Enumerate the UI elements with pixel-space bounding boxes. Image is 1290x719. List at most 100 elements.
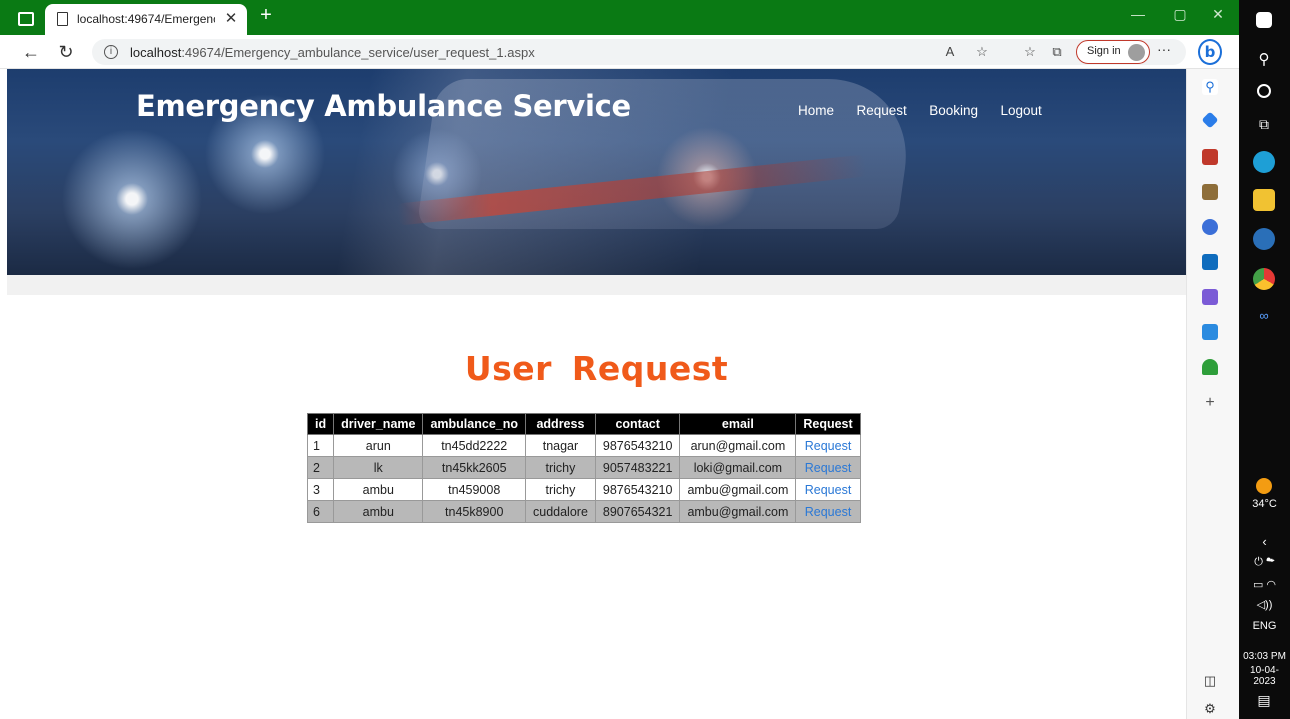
windows-taskbar: ⚲ ⧉ ∞ 34°C ‹ ⏻ ☁ ▭ ◠ ◁)) ENG 03:03 PM 10… [1239, 0, 1290, 719]
task-view-icon[interactable]: ⧉ [1253, 116, 1275, 138]
tools-icon[interactable] [1202, 149, 1218, 165]
cell-id: 1 [306, 434, 335, 457]
url-host: localhost [130, 45, 182, 60]
restore-icon[interactable]: ▢ [1168, 6, 1192, 26]
cell-driver-name: lk [333, 456, 424, 479]
drop-icon[interactable] [1202, 324, 1218, 340]
weather-temp[interactable]: 34°C [1239, 498, 1290, 510]
tree-icon[interactable] [1202, 359, 1218, 375]
clock-date[interactable]: 10-04-2023 [1239, 665, 1290, 687]
cell-driver-name: ambu [333, 500, 424, 523]
clock-time[interactable]: 03:03 PM [1239, 651, 1290, 662]
refresh-icon[interactable]: ↻ [55, 41, 77, 63]
tab-title: localhost:49674/Emergency_amb [77, 12, 215, 26]
url-field[interactable]: i localhost:49674/Emergency_ambulance_se… [92, 39, 1186, 65]
back-arrow-icon[interactable]: ← [20, 41, 42, 63]
read-aloud-icon[interactable]: A [940, 44, 960, 62]
close-tab-icon[interactable]: ✕ [223, 9, 239, 27]
cell-email: arun@gmail.com [679, 434, 797, 457]
nav-request[interactable]: Request [856, 103, 906, 118]
system-tray-icons[interactable]: ⏻ ☁ [1239, 556, 1290, 569]
nav-logout[interactable]: Logout [1000, 103, 1041, 118]
minimize-icon[interactable]: — [1126, 6, 1150, 26]
search-icon[interactable]: ⚲ [1253, 50, 1275, 72]
battery-wifi-icon[interactable]: ▭ ◠ [1239, 578, 1290, 591]
cell-address: trichy [525, 456, 596, 479]
table-row: 3 ambu tn459008 trichy 9876543210 ambu@g… [306, 478, 861, 501]
browser-title-bar: localhost:49674/Emergency_amb ✕ + — ▢ ✕ [0, 0, 1239, 35]
page-icon [57, 12, 68, 26]
sign-in-button[interactable]: Sign in [1076, 40, 1150, 64]
add-icon[interactable]: + [1201, 394, 1219, 411]
favorite-star-icon[interactable]: ☆ [972, 44, 992, 62]
site-info-icon[interactable]: i [104, 45, 118, 59]
cell-request: Request [795, 456, 861, 479]
cell-contact: 9057483221 [594, 456, 681, 479]
notification-icon[interactable]: ▤ [1253, 692, 1275, 714]
table-header-row: id driver_name ambulance_no address cont… [306, 413, 861, 435]
chrome-icon[interactable] [1253, 268, 1275, 290]
microsoft-365-icon[interactable] [1202, 219, 1218, 235]
cell-contact: 9876543210 [594, 478, 681, 501]
tab-actions-icon[interactable] [14, 8, 34, 26]
search-icon[interactable]: ⚲ [1202, 79, 1218, 95]
user-request-table: id driver_name ambulance_no address cont… [306, 413, 861, 523]
windows-start-icon[interactable] [1256, 12, 1272, 28]
column-header: contact [594, 413, 681, 435]
language-indicator[interactable]: ENG [1239, 620, 1290, 632]
file-explorer-icon[interactable] [1253, 189, 1275, 211]
collections-icon[interactable]: ⧉ [1047, 44, 1067, 62]
sign-in-label: Sign in [1087, 45, 1121, 57]
edge-icon[interactable] [1253, 151, 1275, 173]
cortana-icon[interactable] [1257, 84, 1271, 98]
cell-id: 3 [306, 478, 335, 501]
close-window-icon[interactable]: ✕ [1206, 6, 1230, 26]
column-header: email [679, 413, 797, 435]
app-icon[interactable] [1253, 228, 1275, 250]
request-link[interactable]: Request [805, 505, 852, 519]
cell-contact: 9876543210 [594, 434, 681, 457]
cell-contact: 8907654321 [594, 500, 681, 523]
volume-icon[interactable]: ◁)) [1239, 598, 1290, 611]
edge-sidebar: ⚲ + ◫ ⚙ [1186, 69, 1239, 719]
hero-banner: Emergency Ambulance Service Home Request… [7, 69, 1186, 275]
request-link[interactable]: Request [805, 483, 852, 497]
table-row: 1 arun tn45dd2222 tnagar 9876543210 arun… [306, 434, 861, 457]
new-tab-button[interactable]: + [255, 4, 277, 28]
chevron-left-icon[interactable]: ‹ [1239, 534, 1290, 549]
link-app-icon[interactable]: ∞ [1253, 308, 1275, 330]
browser-tab[interactable]: localhost:49674/Emergency_amb ✕ [45, 4, 247, 35]
page-title: User Request [464, 349, 729, 388]
games-icon[interactable] [1202, 184, 1218, 200]
cell-ambulance-no: tn45kk2605 [422, 456, 526, 479]
designer-icon[interactable] [1202, 289, 1218, 305]
cell-email: ambu@gmail.com [679, 500, 797, 523]
cell-email: ambu@gmail.com [679, 478, 797, 501]
nav-home[interactable]: Home [798, 103, 834, 118]
bing-chat-icon[interactable]: b [1198, 39, 1222, 65]
shopping-tag-icon[interactable] [1201, 111, 1219, 129]
cell-ambulance-no: tn45k8900 [422, 500, 526, 523]
cell-ambulance-no: tn459008 [422, 478, 526, 501]
favorites-icon[interactable]: ☆ [1020, 44, 1040, 62]
request-link[interactable]: Request [805, 461, 852, 475]
settings-icon[interactable]: ⚙ [1201, 701, 1219, 717]
more-options-icon[interactable]: ··· [1157, 41, 1171, 57]
cell-id: 2 [306, 456, 335, 479]
weather-icon[interactable] [1256, 478, 1272, 494]
table-row: 2 lk tn45kk2605 trichy 9057483221 loki@g… [306, 456, 861, 479]
cell-request: Request [795, 434, 861, 457]
column-header: address [525, 413, 596, 435]
outlook-icon[interactable] [1202, 254, 1218, 270]
column-header: ambulance_no [422, 413, 526, 435]
cell-driver-name: ambu [333, 478, 424, 501]
table-row: 6 ambu tn45k8900 cuddalore 8907654321 am… [306, 500, 861, 523]
request-link[interactable]: Request [805, 439, 852, 453]
site-title: Emergency Ambulance Service [136, 89, 631, 123]
column-header: id [306, 413, 335, 435]
screen: localhost:49674/Emergency_amb ✕ + — ▢ ✕ … [0, 0, 1290, 719]
cell-request: Request [795, 500, 861, 523]
cell-address: trichy [525, 478, 596, 501]
nav-booking[interactable]: Booking [929, 103, 978, 118]
sidebar-toggle-icon[interactable]: ◫ [1201, 673, 1219, 689]
